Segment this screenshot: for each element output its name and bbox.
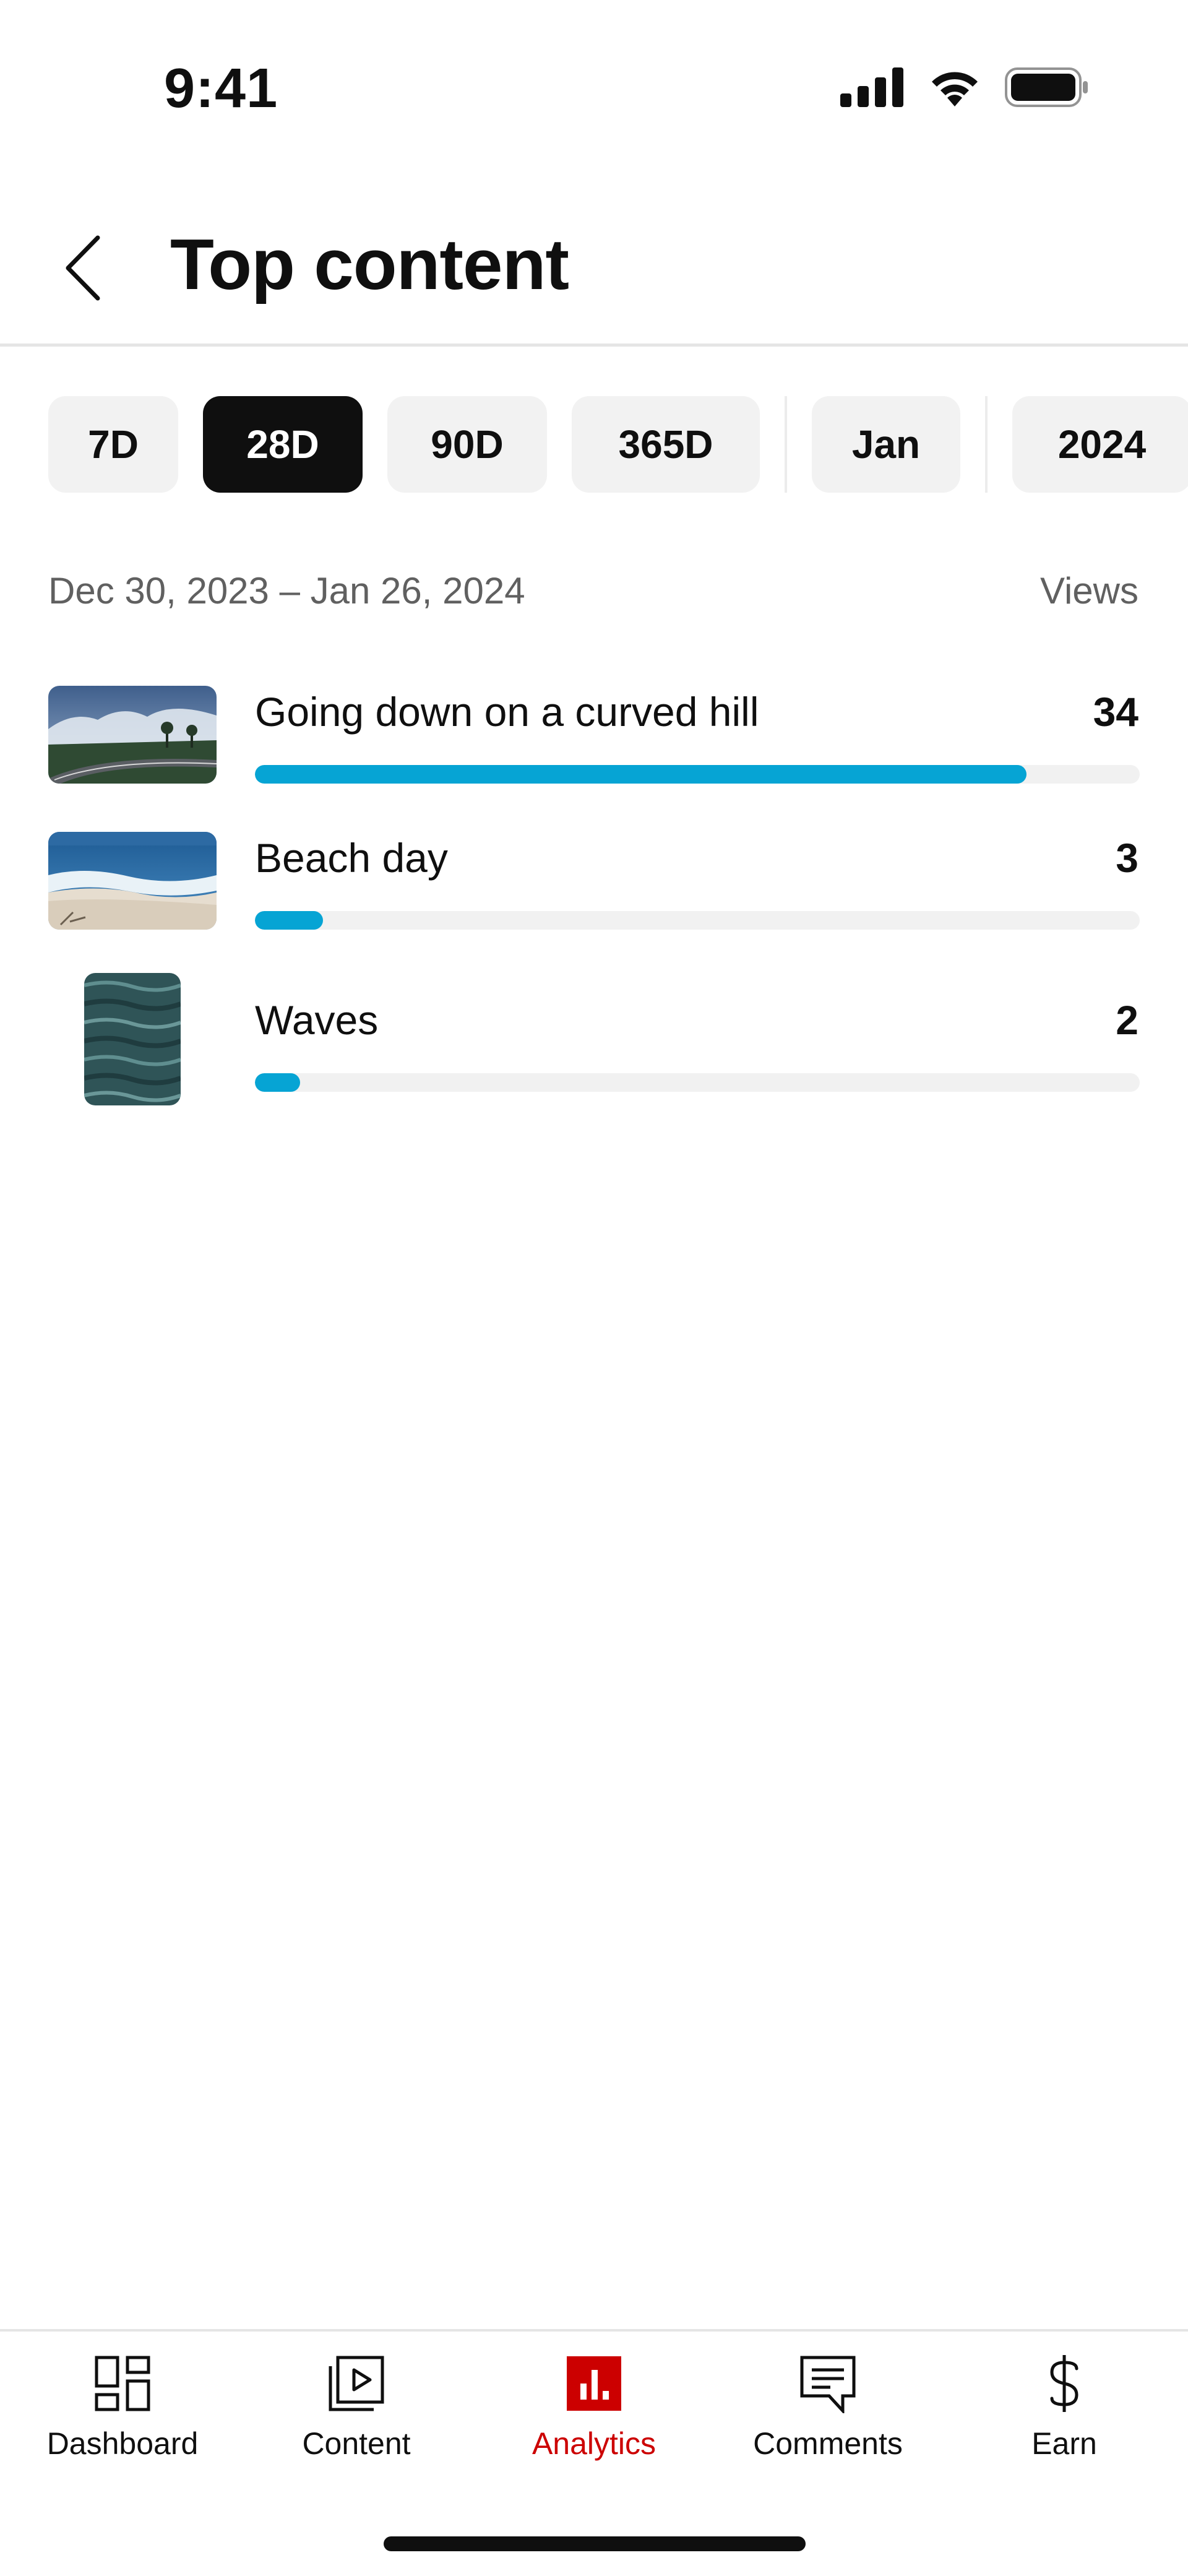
period-filter-chips: 7D 28D 90D 365D Jan 2024 <box>48 396 1188 493</box>
views-bar-fill <box>255 1073 300 1092</box>
curved-road-hill-thumbnail <box>48 686 217 784</box>
chip-365d[interactable]: 365D <box>572 396 760 493</box>
dashboard-icon <box>92 2353 153 2414</box>
ocean-waves-vertical-thumbnail <box>84 973 181 1105</box>
comments-icon <box>797 2353 859 2414</box>
views-bar-track <box>255 765 1140 784</box>
content-row[interactable]: Beach day 3 <box>0 827 1188 951</box>
content-title: Beach day <box>255 835 448 881</box>
chip-90d[interactable]: 90D <box>387 396 547 493</box>
beach-waves-thumbnail <box>48 832 217 930</box>
views-bar-track <box>255 911 1140 930</box>
chip-7d[interactable]: 7D <box>48 396 178 493</box>
views-bar-fill <box>255 765 1027 784</box>
content-views: 34 <box>1093 689 1138 735</box>
content-play-icon <box>325 2353 387 2414</box>
wifi-icon <box>927 67 983 111</box>
chevron-left-icon <box>62 234 105 305</box>
nav-content[interactable]: Content <box>238 2332 475 2480</box>
chip-28d[interactable]: 28D <box>203 396 363 493</box>
chip-divider <box>985 396 988 493</box>
page-title: Top content <box>170 224 569 305</box>
content-row[interactable]: Waves 2 <box>0 973 1188 1115</box>
content-views: 3 <box>1116 835 1138 881</box>
content-views: 2 <box>1116 997 1138 1043</box>
nav-comments[interactable]: Comments <box>709 2332 947 2480</box>
analytics-bar-icon <box>563 2353 625 2414</box>
thumbnail-container <box>48 973 217 1105</box>
dollar-icon <box>1033 2353 1095 2414</box>
nav-label: Comments <box>753 2426 903 2461</box>
status-time: 9:41 <box>164 58 278 119</box>
thumbnail-container <box>48 686 217 784</box>
range-row: Dec 30, 2023 – Jan 26, 2024 Views <box>48 569 1138 612</box>
content-row[interactable]: Going down on a curved hill 34 <box>0 681 1188 805</box>
nav-earn[interactable]: Earn <box>945 2332 1183 2480</box>
content-title: Going down on a curved hill <box>255 689 759 735</box>
chip-jan[interactable]: Jan <box>812 396 960 493</box>
date-range: Dec 30, 2023 – Jan 26, 2024 <box>48 570 525 612</box>
content-title: Waves <box>255 997 379 1043</box>
nav-label: Earn <box>1031 2426 1097 2461</box>
battery-icon <box>1005 67 1089 110</box>
views-bar-fill <box>255 911 324 930</box>
nav-dashboard[interactable]: Dashboard <box>4 2332 241 2480</box>
chip-divider <box>785 396 787 493</box>
status-bar: 9:41 <box>0 0 1188 173</box>
nav-label: Analytics <box>532 2426 656 2461</box>
thumbnail-container <box>48 832 217 930</box>
home-indicator <box>384 2536 806 2551</box>
nav-label: Content <box>302 2426 411 2461</box>
metric-label: Views <box>1040 570 1138 612</box>
nav-analytics[interactable]: Analytics <box>475 2332 713 2480</box>
back-button[interactable] <box>50 229 118 309</box>
nav-label: Dashboard <box>46 2426 199 2461</box>
views-bar-track <box>255 1073 1140 1092</box>
chip-2024[interactable]: 2024 <box>1012 396 1188 493</box>
status-icons <box>840 67 1089 111</box>
header: Top content <box>0 173 1188 347</box>
cellular-signal-icon <box>840 67 905 110</box>
